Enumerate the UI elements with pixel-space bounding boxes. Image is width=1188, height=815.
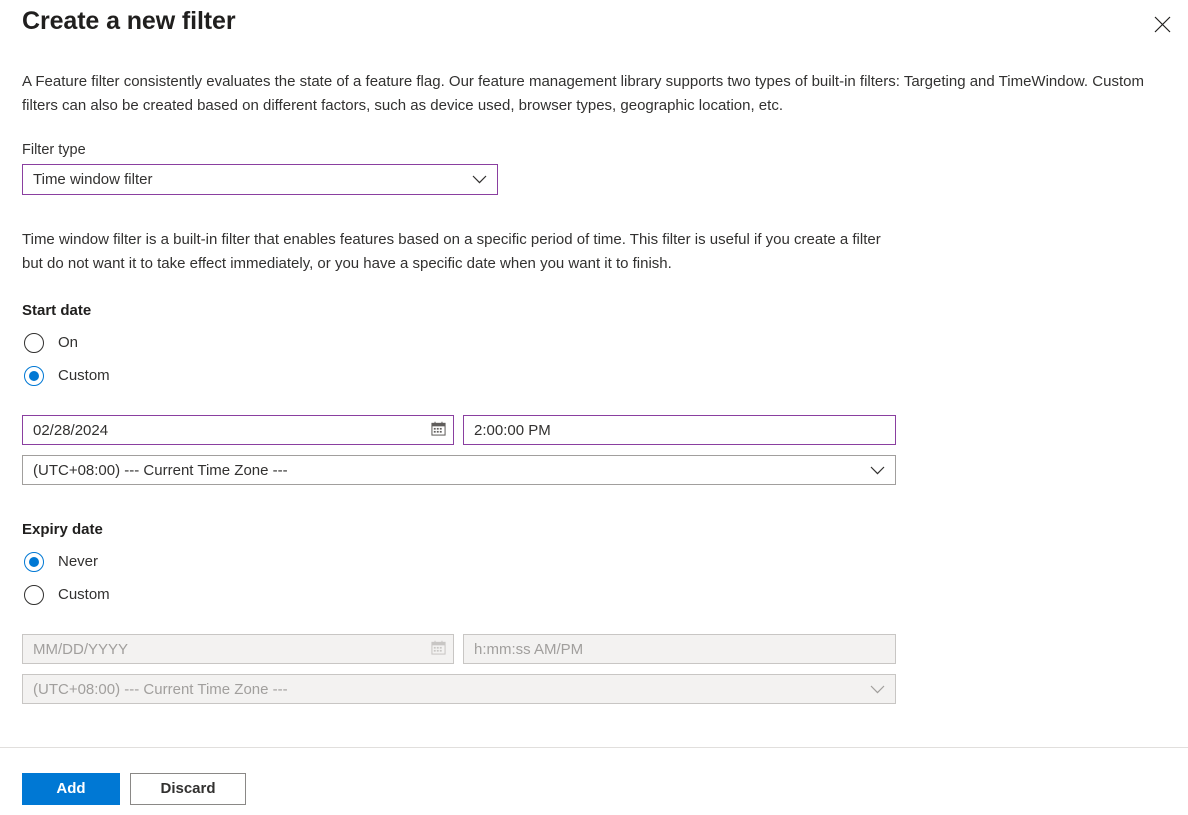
expiry-date-radio-never-label: Never [58, 553, 99, 570]
filter-type-value: Time window filter [33, 171, 153, 188]
start-date-radio-on-label: On [58, 334, 79, 351]
chevron-down-icon [472, 175, 487, 184]
chevron-down-icon [870, 685, 885, 694]
discard-button[interactable]: Discard [130, 773, 246, 805]
start-date-radio-custom[interactable]: Custom [24, 364, 110, 388]
expiry-time-field-wrapper [463, 634, 896, 664]
radio-mark-icon [24, 333, 44, 353]
radio-mark-icon [24, 366, 44, 386]
panel-header: Create a new filter [0, 0, 1188, 50]
footer-divider [0, 747, 1188, 748]
expiry-timezone-dropdown: (UTC+08:00) --- Current Time Zone --- [22, 674, 896, 704]
expiry-date-radio-custom[interactable]: Custom [24, 583, 110, 607]
start-date-label: Start date [22, 302, 92, 319]
start-date-input[interactable] [33, 416, 423, 444]
start-date-radio-custom-label: Custom [58, 367, 110, 384]
start-date-field-wrapper[interactable] [22, 415, 454, 445]
expiry-date-calendar-button [423, 635, 453, 663]
chevron-down-icon [870, 466, 885, 475]
start-time-field-wrapper[interactable] [463, 415, 896, 445]
radio-mark-icon [24, 585, 44, 605]
calendar-icon [430, 421, 446, 439]
close-icon [1154, 16, 1171, 33]
expiry-date-label: Expiry date [22, 521, 103, 538]
start-time-input[interactable] [474, 416, 885, 444]
filter-type-dropdown[interactable]: Time window filter [22, 164, 498, 195]
calendar-icon [430, 640, 446, 658]
expiry-date-radio-never[interactable]: Never [24, 550, 98, 574]
close-button[interactable] [1146, 8, 1178, 40]
start-date-calendar-button[interactable] [423, 416, 453, 444]
filter-type-description: Time window filter is a built-in filter … [22, 231, 881, 272]
expiry-date-field-wrapper [22, 634, 454, 664]
start-timezone-dropdown[interactable]: (UTC+08:00) --- Current Time Zone --- [22, 455, 896, 485]
expiry-date-radio-custom-label: Custom [58, 586, 110, 603]
radio-mark-icon [24, 552, 44, 572]
create-filter-panel: Create a new filter A Feature filter con… [0, 0, 1188, 815]
start-timezone-value: (UTC+08:00) --- Current Time Zone --- [33, 461, 288, 479]
start-date-radio-on[interactable]: On [24, 331, 78, 355]
expiry-timezone-value: (UTC+08:00) --- Current Time Zone --- [33, 680, 288, 698]
expiry-date-input [33, 635, 423, 663]
expiry-time-input [474, 635, 885, 663]
panel-description: A Feature filter consistently evaluates … [22, 73, 1144, 114]
filter-type-label: Filter type [22, 142, 86, 158]
page-title: Create a new filter [22, 7, 236, 35]
add-button[interactable]: Add [22, 773, 120, 805]
